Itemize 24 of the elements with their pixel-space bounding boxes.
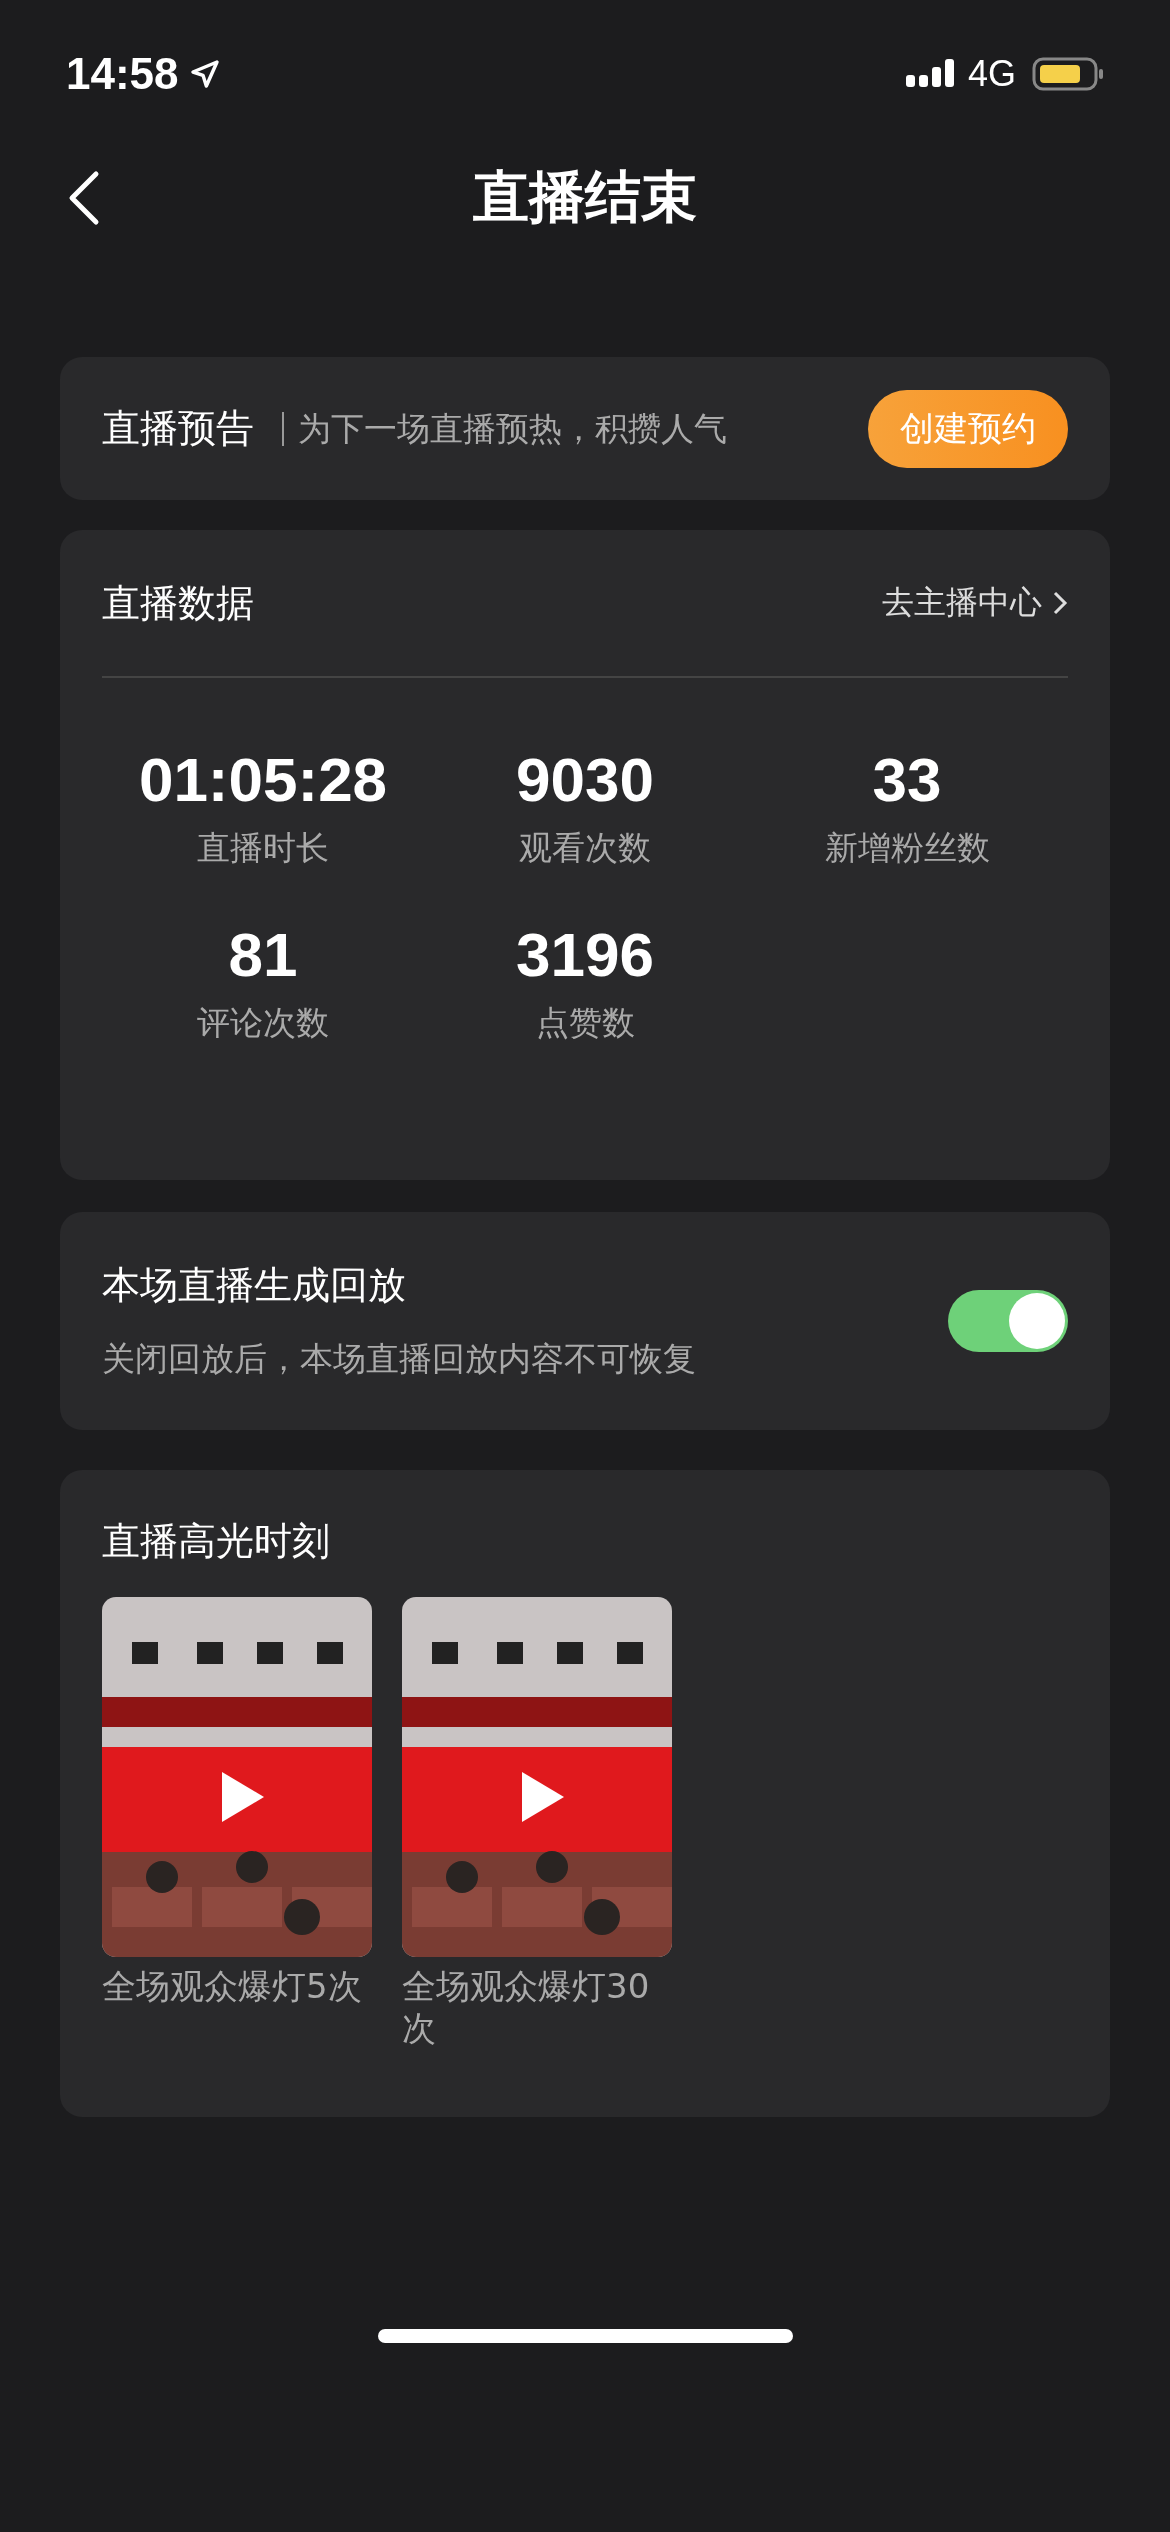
clip-caption: 全场观众爆灯30次 [402,1965,651,2049]
page-title: 直播结束 [473,163,697,231]
chevron-icon [1052,590,1068,616]
stat-value: 3196 [516,921,654,989]
stat-label: 新增粉丝数 [824,827,990,869]
stat-value: 01:05:28 [138,746,388,814]
stat-value: 81 [228,921,298,989]
card-title: 直播数据 [102,579,254,627]
clip-caption: 全场观众爆灯5次 [102,1965,363,2007]
stat-value: 9030 [516,746,654,814]
card-title: 直播高光时刻 [102,1518,331,1565]
anchor-center-link[interactable]: 去主播中心 [882,581,1068,625]
network-label: 4G [967,53,1016,95]
status-time: 14:58 [66,49,179,99]
stat-label: 观看次数 [519,827,651,869]
location-arrow-icon [188,58,221,90]
stat-label: 点赞数 [535,1002,635,1044]
battery-icon [1032,56,1104,92]
stat-value: 33 [872,746,942,814]
card-title: 本场直播生成回放 [102,1262,407,1309]
card-subtitle: 关闭回放后，本场直播回放内容不可恢复 [102,1338,696,1380]
card-title: 直播预告 [102,405,254,452]
stat-label: 直播时长 [197,827,329,869]
stat-label: 评论次数 [197,1002,329,1044]
